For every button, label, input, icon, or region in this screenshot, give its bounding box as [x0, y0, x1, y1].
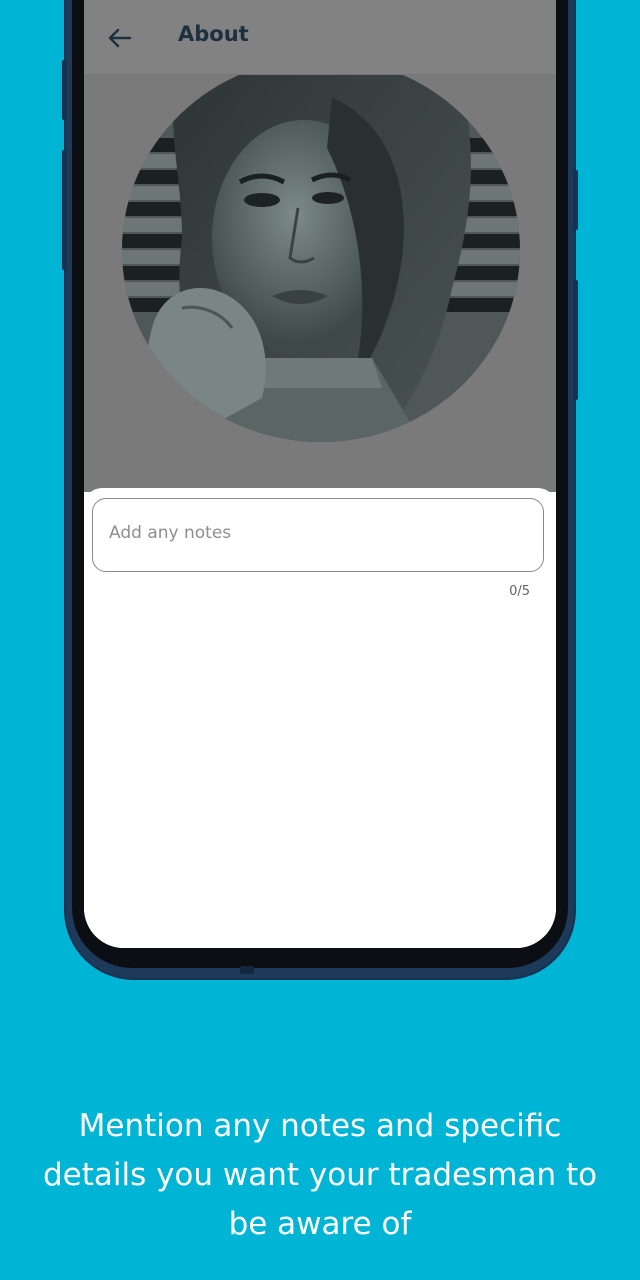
caption-line: Mention any notes and specific [78, 1108, 562, 1144]
phone-side-button [62, 150, 67, 270]
notes-bottom-sheet: Add any notes 0/5 [84, 488, 556, 948]
phone-bottom-port [240, 966, 254, 974]
arrow-left-icon[interactable] [106, 24, 134, 52]
notes-placeholder: Add any notes [109, 523, 232, 543]
character-counter: 0/5 [509, 584, 530, 599]
notes-input[interactable]: Add any notes [92, 498, 544, 572]
phone-side-button [62, 60, 67, 120]
promo-caption: Mention any notes and specific details y… [0, 1102, 640, 1249]
portrait-image [122, 58, 520, 442]
caption-line: be aware of [228, 1206, 412, 1242]
phone-side-button [573, 170, 578, 230]
phone-screen: About Add any notes 0/5 [84, 0, 556, 948]
profile-photo [122, 58, 520, 442]
page-title: About [178, 22, 249, 46]
phone-side-button [573, 280, 578, 400]
caption-line: details you want your tradesman to [42, 1157, 598, 1193]
app-bar: About [84, 0, 556, 75]
